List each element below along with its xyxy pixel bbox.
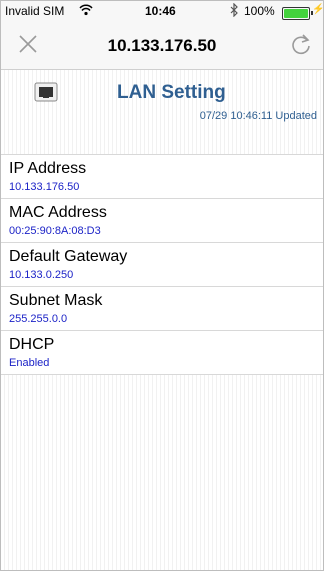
list-item: Default Gateway 10.133.0.250 [1,243,323,287]
wifi-icon [79,2,93,19]
list-item: Subnet Mask 255.255.0.0 [1,287,323,331]
section-header: LAN Setting 07/29 10:46:11 Updated [1,70,323,152]
ethernet-port-icon [34,82,58,102]
list-item: IP Address 10.133.176.50 [1,155,323,199]
ip-address-value: 10.133.176.50 [9,181,80,193]
status-bar: Invalid SIM 10:46 100% ⚡ [1,1,323,21]
content-area: LAN Setting 07/29 10:46:11 Updated IP Ad… [1,70,323,570]
mac-address-label: MAC Address [9,204,107,221]
updated-timestamp: 07/29 10:46:11 Updated [199,110,317,122]
clock: 10:46 [145,4,176,18]
default-gateway-value: 10.133.0.250 [9,269,74,281]
default-gateway-label: Default Gateway [9,248,128,265]
app-screen: Invalid SIM 10:46 100% ⚡ 10.133.176.50 L… [0,0,324,571]
carrier-label: Invalid SIM [5,4,65,18]
nav-bar: 10.133.176.50 [1,21,323,70]
charging-icon: ⚡ [312,4,324,15]
bluetooth-icon [230,2,239,20]
list-item: MAC Address 00:25:90:8A:08:D3 [1,199,323,243]
section-title: LAN Setting [117,82,226,103]
subnet-mask-label: Subnet Mask [9,292,103,309]
battery-percent: 100% [244,4,275,18]
ip-address-label: IP Address [9,160,87,177]
dhcp-value: Enabled [9,357,50,369]
settings-list: IP Address 10.133.176.50 MAC Address 00:… [1,154,323,375]
battery-icon [282,7,313,20]
refresh-icon[interactable] [288,31,314,57]
mac-address-value: 00:25:90:8A:08:D3 [9,225,101,237]
dhcp-label: DHCP [9,336,55,353]
list-item: DHCP Enabled [1,331,323,375]
subnet-mask-value: 255.255.0.0 [9,313,68,325]
nav-title: 10.133.176.50 [107,36,217,55]
